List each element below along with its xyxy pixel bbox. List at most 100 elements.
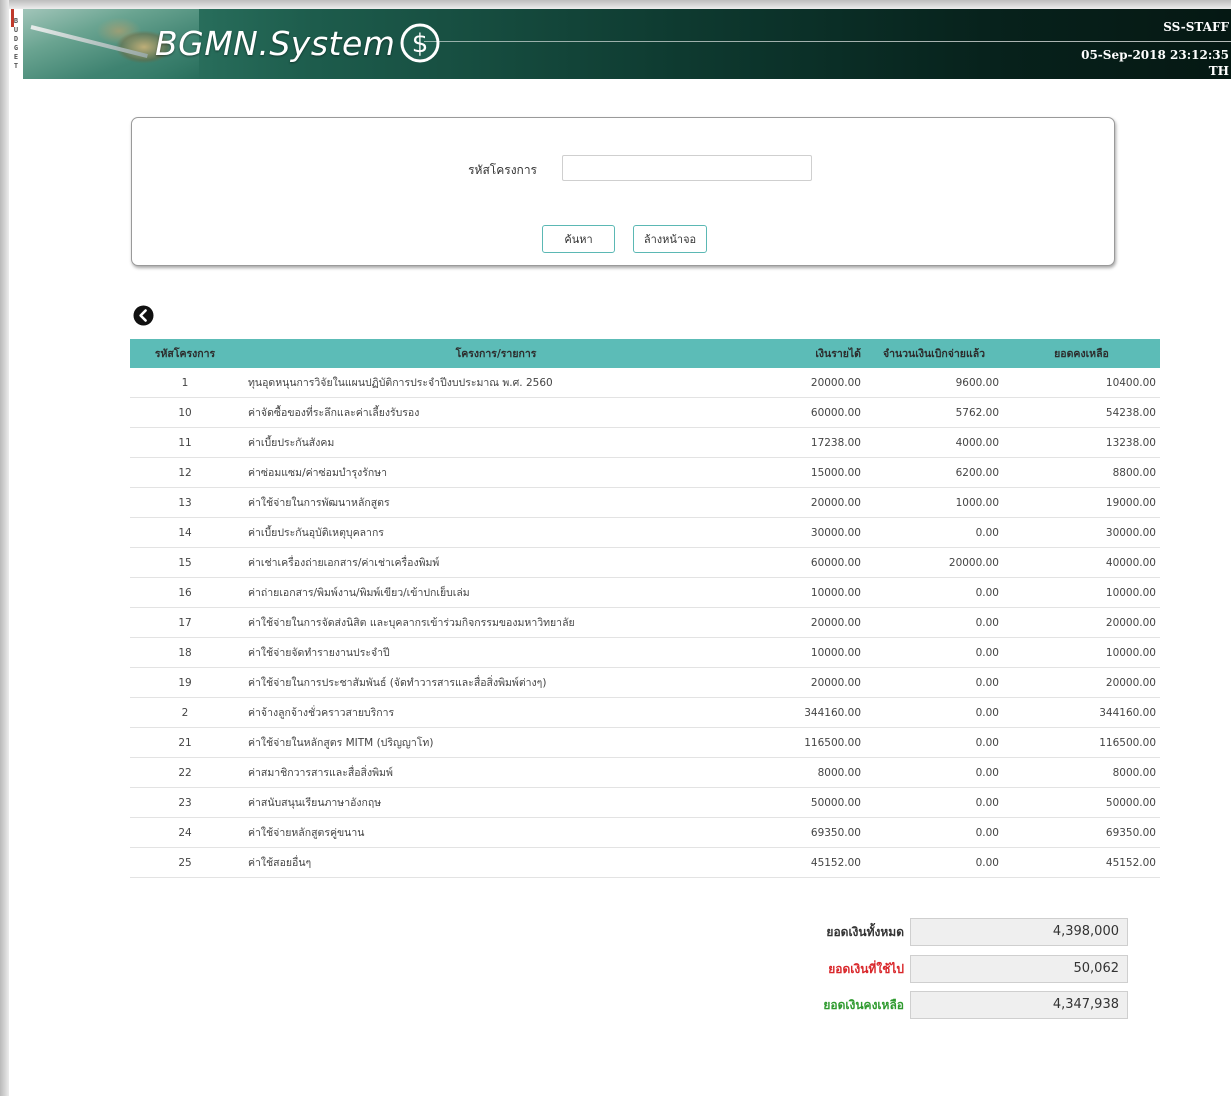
- cell-paid: 0.00: [865, 697, 1003, 728]
- cell-code: 15: [130, 547, 240, 578]
- cell-code: 25: [130, 847, 240, 878]
- table-row[interactable]: 13 ค่าใช้จ่ายในการพัฒนาหลักสูตร 20000.00 10…: [130, 487, 1160, 518]
- cell-balance: 10400.00: [1003, 368, 1160, 398]
- cell-code: 24: [130, 817, 240, 848]
- cell-name: ค่าใช้สอยอื่นๆ: [240, 847, 752, 878]
- cell-name: ค่าใช้จ่ายในการจัดส่งนิสิต และบุคลากรเข้…: [240, 607, 752, 638]
- language-indicator[interactable]: TH: [1209, 64, 1229, 78]
- tag-red-bar: [11, 9, 14, 27]
- cell-code: 11: [130, 427, 240, 458]
- cell-name: ค่าใช้จ่ายหลักสูตรคู่ขนาน: [240, 817, 752, 848]
- project-code-label: รหัสโครงการ: [468, 163, 537, 177]
- search-button[interactable]: ค้นหา: [542, 225, 615, 253]
- cell-balance: 8800.00: [1003, 457, 1160, 488]
- cell-paid: 0.00: [865, 517, 1003, 548]
- clear-button[interactable]: ล้างหน้าจอ: [633, 225, 707, 253]
- remaining-label: ยอดเงินคงเหลือ: [823, 998, 904, 1012]
- tag-letter: D: [13, 35, 19, 43]
- cell-code: 12: [130, 457, 240, 488]
- cell-code: 17: [130, 607, 240, 638]
- table-row[interactable]: 23 ค่าสนับสนุนเรียนภาษาอังกฤษ 50000.00 0.00…: [130, 787, 1160, 818]
- cell-code: 19: [130, 667, 240, 698]
- window-top-edge: [0, 0, 1231, 9]
- brand-logo[interactable]: BGMN.System $: [155, 20, 441, 66]
- cell-income: 20000.00: [752, 607, 865, 638]
- column-header-code: รหัสโครงการ: [130, 339, 240, 368]
- cell-paid: 0.00: [865, 757, 1003, 788]
- cell-income: 15000.00: [752, 457, 865, 488]
- cell-paid: 0.00: [865, 637, 1003, 668]
- table-row[interactable]: 10 ค่าจัดซื้อของที่ระลึกและค่าเลี้ยงรับรอ…: [130, 397, 1160, 428]
- cell-code: 16: [130, 577, 240, 608]
- cell-code: 18: [130, 637, 240, 668]
- column-header-name: โครงการ/รายการ: [240, 339, 752, 368]
- cell-name: ค่าจ้างลูกจ้างชั่วคราวสายบริการ: [240, 697, 752, 728]
- table-row[interactable]: 11 ค่าเบี้ยประกันสังคม 17238.00 4000.00 1323…: [130, 427, 1160, 458]
- table-row[interactable]: 16 ค่าถ่ายเอกสาร/พิมพ์งาน/พิมพ์เขียว/เข้า…: [130, 577, 1160, 608]
- table-header-row: รหัสโครงการ โครงการ/รายการ เงินรายได้ จำ…: [130, 339, 1160, 368]
- cell-name: ค่าเช่าเครื่องถ่ายเอกสาร/ค่าเช่าเครื่องพ…: [240, 547, 752, 578]
- table-row[interactable]: 12 ค่าซ่อมแซม/ค่าซ่อมบำรุงรักษา 15000.00 62…: [130, 457, 1160, 488]
- column-header-paid: จำนวนเงินเบิกจ่ายแล้ว: [865, 339, 1003, 368]
- cell-balance: 54238.00: [1003, 397, 1160, 428]
- cell-paid: 0.00: [865, 847, 1003, 878]
- cell-balance: 20000.00: [1003, 607, 1160, 638]
- table-row[interactable]: 2 ค่าจ้างลูกจ้างชั่วคราวสายบริการ 344160.0…: [130, 697, 1160, 728]
- user-role: SS-STAFF: [1163, 20, 1229, 34]
- cell-code: 14: [130, 517, 240, 548]
- cell-name: ค่าเบี้ยประกันสังคม: [240, 427, 752, 458]
- cell-balance: 344160.00: [1003, 697, 1160, 728]
- window-left-edge: [0, 0, 9, 1096]
- cell-paid: 6200.00: [865, 457, 1003, 488]
- cell-paid: 0.00: [865, 607, 1003, 638]
- cell-paid: 0.00: [865, 577, 1003, 608]
- cell-income: 10000.00: [752, 577, 865, 608]
- cell-balance: 10000.00: [1003, 637, 1160, 668]
- cell-balance: 10000.00: [1003, 577, 1160, 608]
- cell-code: 23: [130, 787, 240, 818]
- cell-income: 8000.00: [752, 757, 865, 788]
- table-row[interactable]: 22 ค่าสมาชิกวารสารและสื่อสิ่งพิมพ์ 8000.00…: [130, 757, 1160, 788]
- table-row[interactable]: 18 ค่าใช้จ่ายจัดทำรายงานประจำปี 10000.00 0.…: [130, 637, 1160, 668]
- chevron-left-circle-icon[interactable]: [133, 305, 154, 326]
- table-row[interactable]: 17 ค่าใช้จ่ายในการจัดส่งนิสิต และบุคลากรเ…: [130, 607, 1160, 638]
- table-row[interactable]: 19 ค่าใช้จ่ายในการประชาสัมพันธ์ (จัดทำวาร…: [130, 667, 1160, 698]
- table-row[interactable]: 24 ค่าใช้จ่ายหลักสูตรคู่ขนาน 69350.00 0.00 6…: [130, 817, 1160, 848]
- table-row[interactable]: 14 ค่าเบี้ยประกันอุบัติเหตุบุคลากร 30000.0…: [130, 517, 1160, 548]
- cell-code: 13: [130, 487, 240, 518]
- table-row[interactable]: 25 ค่าใช้สอยอื่นๆ 45152.00 0.00 45152.00: [130, 847, 1160, 878]
- cell-balance: 69350.00: [1003, 817, 1160, 848]
- cell-income: 45152.00: [752, 847, 865, 878]
- cell-balance: 20000.00: [1003, 667, 1160, 698]
- cell-name: ค่าจัดซื้อของที่ระลึกและค่าเลี้ยงรับรอง: [240, 397, 752, 428]
- cell-name: ค่าใช้จ่ายในการพัฒนาหลักสูตร: [240, 487, 752, 518]
- cell-income: 20000.00: [752, 368, 865, 398]
- tag-letter: E: [13, 53, 19, 61]
- cell-name: ค่าสมาชิกวารสารและสื่อสิ่งพิมพ์: [240, 757, 752, 788]
- used-value: 50,062: [910, 955, 1128, 983]
- cell-name: ค่าใช้จ่ายจัดทำรายงานประจำปี: [240, 637, 752, 668]
- cell-paid: 9600.00: [865, 368, 1003, 398]
- used-label: ยอดเงินที่ใช้ไป: [828, 962, 904, 976]
- cell-balance: 40000.00: [1003, 547, 1160, 578]
- cell-income: 60000.00: [752, 547, 865, 578]
- table-row[interactable]: 21 ค่าใช้จ่ายในหลักสูตร MITM (ปริญญาโท) 11…: [130, 727, 1160, 758]
- cell-income: 17238.00: [752, 427, 865, 458]
- cell-paid: 0.00: [865, 787, 1003, 818]
- column-header-income: เงินรายได้: [752, 339, 865, 368]
- budget-vertical-tag: B U D G E T: [9, 9, 23, 79]
- cell-income: 10000.00: [752, 637, 865, 668]
- table-row[interactable]: 1 ทุนอุดหนุนการวิจัยในแผนปฏิบัติการประจำป…: [130, 368, 1160, 398]
- svg-text:$: $: [412, 29, 429, 59]
- summary-remaining-row: ยอดเงินคงเหลือ 4,347,938: [740, 991, 1128, 1019]
- project-code-input[interactable]: [562, 155, 812, 181]
- remaining-value: 4,347,938: [910, 991, 1128, 1019]
- project-table: รหัสโครงการ โครงการ/รายการ เงินรายได้ จำ…: [130, 339, 1160, 878]
- cell-paid: 5762.00: [865, 397, 1003, 428]
- table-row[interactable]: 15 ค่าเช่าเครื่องถ่ายเอกสาร/ค่าเช่าเครื่อ…: [130, 547, 1160, 578]
- cell-paid: 4000.00: [865, 427, 1003, 458]
- cell-code: 2: [130, 697, 240, 728]
- cell-income: 20000.00: [752, 667, 865, 698]
- cell-income: 20000.00: [752, 487, 865, 518]
- cell-income: 50000.00: [752, 787, 865, 818]
